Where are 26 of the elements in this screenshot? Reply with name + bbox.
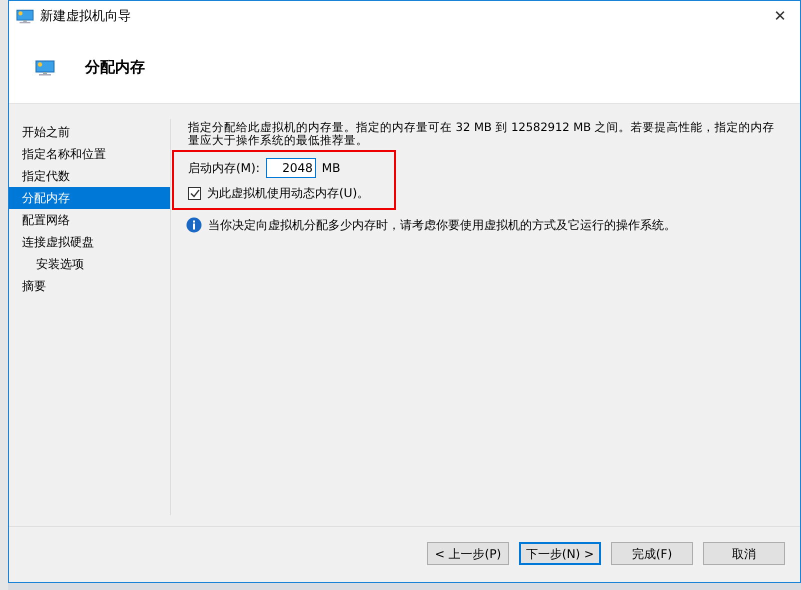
check-icon <box>190 188 200 198</box>
window-title: 新建虚拟机向导 <box>40 8 131 26</box>
monitor-icon <box>35 60 55 76</box>
nav-item[interactable]: 连接虚拟硬盘 <box>9 231 170 253</box>
monitor-icon <box>16 9 34 24</box>
checkbox-label: 为此虚拟机使用动态内存(U)。 <box>207 185 370 202</box>
nav-item[interactable]: 安装选项 <box>9 253 170 275</box>
startup-memory-field[interactable]: 2048 <box>266 158 316 178</box>
info-icon <box>186 217 202 233</box>
nav-item[interactable]: 指定代数 <box>9 165 170 187</box>
checkbox[interactable] <box>188 186 201 200</box>
unit-label: MB <box>322 160 340 177</box>
nav-item[interactable]: 配置网络 <box>9 209 170 231</box>
info-text: 当你决定向虚拟机分配多少内存时，请考虑你要使用虚拟机的方式及它运行的操作系统。 <box>208 217 676 234</box>
close-button[interactable]: ✕ <box>760 2 800 32</box>
nav-item[interactable]: 指定名称和位置 <box>9 143 170 165</box>
wizard-button[interactable]: 完成(F) <box>611 542 693 565</box>
wizard-button[interactable]: 下一步(N) > <box>519 542 601 565</box>
nav-item[interactable]: 分配内存 <box>9 187 170 209</box>
wizard-button[interactable]: 取消 <box>703 542 785 565</box>
wizard-button[interactable]: < 上一步(P) <box>427 542 509 565</box>
startup-memory-label: 启动内存(M): <box>188 160 260 177</box>
nav-item[interactable]: 开始之前 <box>9 121 170 143</box>
nav-item[interactable]: 摘要 <box>9 275 170 297</box>
page-heading: 分配内存 <box>85 57 145 78</box>
description-text: 指定分配给此虚拟机的内存量。指定的内存量可在 32 MB 到 12582912 MB 之间。若要提高性能，指定的内存量应大于操作系统的最低推荐量。 <box>188 121 776 147</box>
